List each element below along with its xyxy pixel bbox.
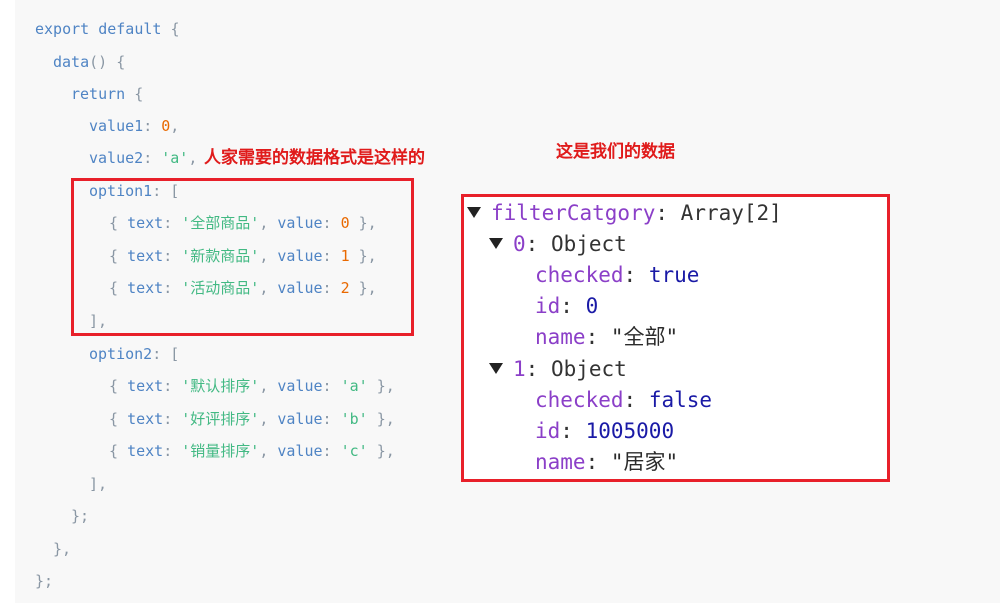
code-comma: ,	[170, 117, 180, 135]
code-line-export-close: };	[35, 571, 53, 591]
code-keyword-export: export	[35, 20, 90, 38]
code-keyword-default: default	[98, 20, 162, 38]
code-colon: :	[163, 442, 182, 460]
code-line-return-close: };	[71, 506, 89, 526]
code-colon: :	[163, 410, 182, 428]
code-line-value2: value2: 'a',	[89, 148, 197, 168]
code-item-open: {	[109, 377, 128, 395]
code-line-option2: option2: [	[89, 344, 179, 364]
code-open-brace: {	[161, 20, 180, 38]
code-colon: :	[322, 442, 341, 460]
code-item-text: '默认排序'	[181, 377, 260, 395]
code-text-key: text	[127, 442, 164, 460]
code-colon: :	[143, 117, 162, 135]
code-comma: ,	[259, 410, 278, 428]
screenshot-stage: export default { data() { return { value…	[0, 0, 1000, 603]
annotation-our-data: 这是我们的数据	[556, 142, 675, 162]
code-text-key: text	[127, 410, 164, 428]
code-text-key: text	[127, 377, 164, 395]
code-comma: ,	[188, 149, 198, 167]
code-line-value1: value1: 0,	[89, 116, 179, 136]
code-colon: :	[143, 149, 162, 167]
code-line-fn-close: },	[53, 539, 71, 559]
code-comma: ,	[259, 442, 278, 460]
code-value1-key: value1	[89, 117, 144, 135]
code-value2-key: value2	[89, 149, 144, 167]
code-colon: :	[322, 377, 341, 395]
code-item-close: },	[367, 442, 395, 460]
code-line-option2-close: ],	[89, 474, 107, 494]
code-line-option2-item-0: { text: '默认排序', value: 'a' },	[109, 376, 395, 396]
code-line-option2-item-1: { text: '好评排序', value: 'b' },	[109, 409, 395, 429]
code-colon: :	[322, 410, 341, 428]
code-item-value: 'c'	[340, 442, 368, 460]
code-keyword-return: return	[71, 85, 126, 103]
code-return-brace: {	[125, 85, 144, 103]
code-value-key: value	[277, 377, 323, 395]
annotation-needed-format: 人家需要的数据格式是这样的	[204, 148, 425, 168]
code-item-value: 'a'	[340, 377, 368, 395]
code-line-return: return {	[71, 84, 143, 104]
code-data-paren: () {	[89, 53, 126, 71]
code-item-text: '销量排序'	[181, 442, 260, 460]
code-fn-close: },	[53, 540, 72, 558]
code-item-close: },	[367, 410, 395, 428]
code-array-close: ],	[89, 475, 108, 493]
code-item-open: {	[109, 442, 128, 460]
code-line-export: export default {	[35, 19, 180, 39]
code-value2-val: 'a'	[161, 149, 189, 167]
code-data-fn: data	[53, 53, 90, 71]
code-return-close: };	[71, 507, 90, 525]
code-option2-key: option2	[89, 345, 153, 363]
code-comma: ,	[259, 377, 278, 395]
code-value-key: value	[277, 442, 323, 460]
code-line-option2-item-2: { text: '销量排序', value: 'c' },	[109, 441, 395, 461]
code-export-close: };	[35, 572, 54, 590]
highlight-box-option1	[71, 178, 414, 336]
code-line-data: data() {	[53, 52, 125, 72]
highlight-box-devtools	[461, 194, 890, 482]
code-item-value: 'b'	[340, 410, 368, 428]
code-value1-val: 0	[161, 117, 171, 135]
code-value-key: value	[277, 410, 323, 428]
code-item-open: {	[109, 410, 128, 428]
code-option-open: : [	[152, 345, 180, 363]
code-item-close: },	[367, 377, 395, 395]
code-colon: :	[163, 377, 182, 395]
code-item-text: '好评排序'	[181, 410, 260, 428]
